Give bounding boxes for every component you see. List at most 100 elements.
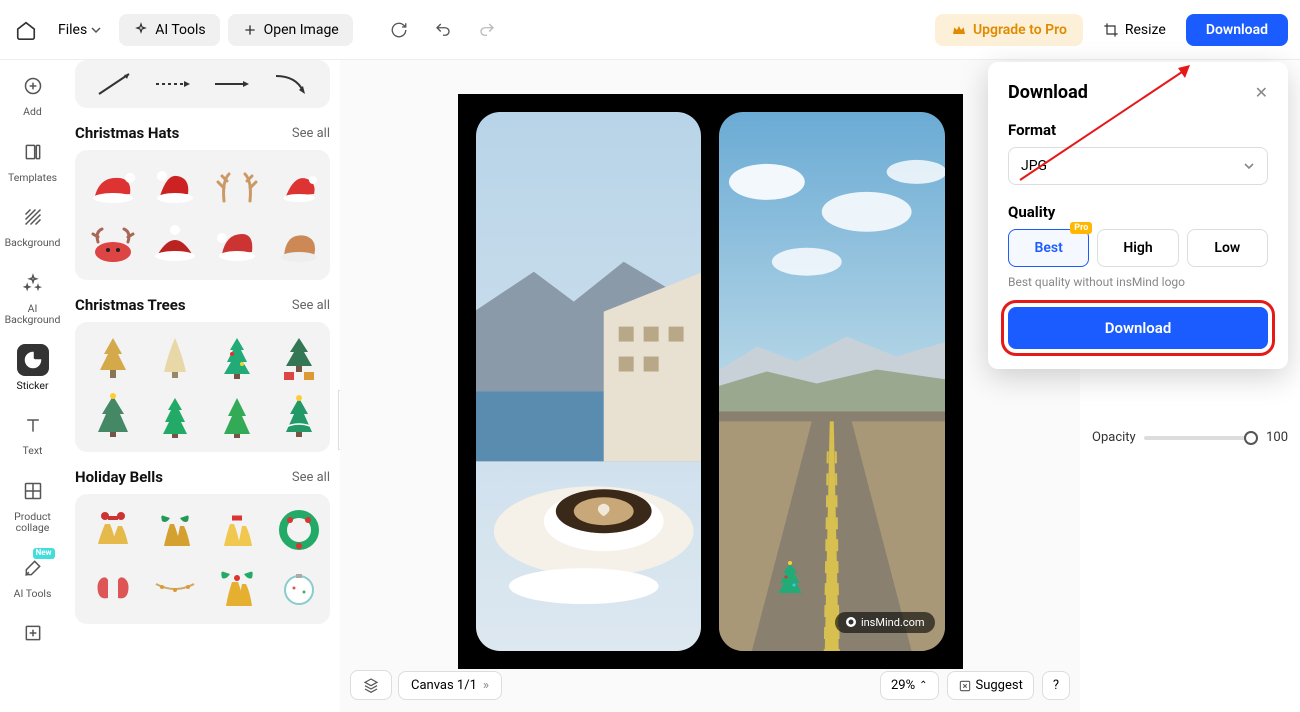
- sticker-bells[interactable]: [85, 504, 141, 556]
- new-badge: New: [33, 548, 55, 559]
- section-bells-seeall[interactable]: See all: [292, 470, 330, 485]
- hats-grid: [75, 150, 330, 280]
- sticker-tree[interactable]: [85, 332, 141, 384]
- sticker-tree[interactable]: [85, 390, 141, 442]
- rail-collage-label: Product collage: [5, 511, 61, 534]
- canvas-selector[interactable]: Canvas 1/1 »: [398, 671, 502, 700]
- popover-download-button[interactable]: Download: [1008, 307, 1268, 349]
- collage-icon: [23, 481, 43, 501]
- layers-button[interactable]: [350, 670, 392, 700]
- arrow-shape-dashed[interactable]: [152, 70, 194, 98]
- sticker-hat[interactable]: [147, 218, 203, 270]
- background-icon: [23, 207, 43, 227]
- sticker-antlers[interactable]: [209, 160, 265, 212]
- plus-circle-icon: [23, 76, 43, 96]
- files-label: Files: [58, 22, 87, 38]
- arrow-shape-curve[interactable]: [270, 70, 312, 98]
- open-image-button[interactable]: Open Image: [228, 14, 353, 46]
- undo-icon[interactable]: [425, 12, 461, 48]
- open-image-label: Open Image: [264, 22, 339, 38]
- resize-label: Resize: [1125, 22, 1166, 38]
- sticker-tree[interactable]: [147, 332, 203, 384]
- layers-icon: [363, 677, 379, 693]
- sticker-hat[interactable]: [85, 160, 141, 212]
- sticker-bells[interactable]: [147, 504, 203, 556]
- ai-tools-button[interactable]: AI Tools: [119, 14, 219, 46]
- upgrade-label: Upgrade to Pro: [973, 22, 1067, 38]
- watermark-text: insMind.com: [861, 616, 925, 629]
- download-popover: Download ✕ Format JPG Quality Pro Best H…: [988, 62, 1288, 369]
- sticker-tree[interactable]: [271, 332, 327, 384]
- sticker-mittens[interactable]: [85, 562, 141, 614]
- files-menu[interactable]: Files: [48, 16, 111, 44]
- sticker-hat[interactable]: [271, 218, 327, 270]
- quality-high[interactable]: High: [1097, 229, 1178, 267]
- sticker-bells[interactable]: [209, 562, 265, 614]
- sticker-tree[interactable]: [209, 390, 265, 442]
- plus-icon: [242, 22, 258, 38]
- sticker-antler-headband[interactable]: [85, 218, 141, 270]
- canvas[interactable]: insMind.com: [458, 94, 963, 669]
- sticker-tree[interactable]: [209, 332, 265, 384]
- quality-low-label: Low: [1214, 240, 1240, 256]
- chevron-down-icon: [1243, 160, 1255, 172]
- arrow-shape-diagonal[interactable]: [93, 70, 135, 98]
- ai-background-icon: [23, 273, 43, 293]
- home-icon[interactable]: [12, 16, 40, 44]
- section-trees-seeall[interactable]: See all: [292, 298, 330, 313]
- section-trees-title: Christmas Trees: [75, 296, 186, 314]
- canvas-image-left[interactable]: [476, 112, 702, 651]
- sticker-hat[interactable]: [147, 160, 203, 212]
- sticker-tree[interactable]: [147, 390, 203, 442]
- sparkle-icon: [133, 22, 149, 38]
- opacity-slider[interactable]: [1144, 436, 1258, 440]
- sticker-tree[interactable]: [271, 390, 327, 442]
- quality-low[interactable]: Low: [1187, 229, 1268, 267]
- canvas-area: insMind.com Canvas 1/1 » 29% ⌃ Suggest ?: [340, 60, 1080, 712]
- download-button-top[interactable]: Download: [1186, 14, 1288, 46]
- help-button[interactable]: ?: [1042, 671, 1070, 700]
- quality-label: Quality: [1008, 203, 1268, 221]
- rail-sticker[interactable]: Sticker: [5, 344, 61, 392]
- section-hats-title: Christmas Hats: [75, 124, 179, 142]
- sticker-ornament[interactable]: [271, 562, 327, 614]
- close-icon[interactable]: ✕: [1255, 83, 1268, 102]
- zoom-control[interactable]: 29% ⌃: [880, 671, 939, 700]
- popover-download-label: Download: [1105, 319, 1172, 337]
- resize-button[interactable]: Resize: [1091, 14, 1178, 46]
- rail-templates[interactable]: Templates: [5, 136, 61, 184]
- rail-add-label: Add: [23, 106, 42, 118]
- top-toolbar: Files AI Tools Open Image Upgrade to Pro…: [0, 0, 1300, 60]
- rail-add[interactable]: Add: [5, 70, 61, 118]
- format-label: Format: [1008, 121, 1268, 139]
- quality-best[interactable]: Pro Best: [1008, 229, 1089, 267]
- canvas-image-right[interactable]: insMind.com: [719, 112, 945, 651]
- rail-product-collage[interactable]: Product collage: [5, 475, 61, 534]
- format-select[interactable]: JPG: [1008, 147, 1268, 185]
- left-rail: Add Templates Background AI Background S…: [0, 60, 65, 712]
- rail-ai-background[interactable]: AI Background: [5, 267, 61, 326]
- rail-upload[interactable]: [5, 617, 61, 649]
- rail-text[interactable]: Text: [5, 409, 61, 457]
- refresh-icon[interactable]: [381, 12, 417, 48]
- section-hats-seeall[interactable]: See all: [292, 126, 330, 141]
- bells-grid: [75, 494, 330, 624]
- placed-sticker-tree[interactable]: [775, 561, 805, 595]
- watermark: insMind.com: [835, 612, 935, 633]
- rail-sticker-label: Sticker: [16, 380, 48, 392]
- suggest-icon: [958, 679, 972, 693]
- upgrade-button[interactable]: Upgrade to Pro: [935, 14, 1083, 46]
- sticker-garland[interactable]: [147, 562, 203, 614]
- sticker-hat[interactable]: [271, 160, 327, 212]
- quality-best-label: Best: [1035, 240, 1063, 256]
- quality-hint: Best quality without insMind logo: [1008, 275, 1268, 289]
- arrow-shape-solid[interactable]: [211, 70, 253, 98]
- suggest-button[interactable]: Suggest: [947, 671, 1034, 700]
- download-label-top: Download: [1206, 22, 1268, 38]
- sticker-hat[interactable]: [209, 218, 265, 270]
- rail-ai-tools[interactable]: New AI Tools: [5, 552, 61, 600]
- redo-icon[interactable]: [469, 12, 505, 48]
- rail-background[interactable]: Background: [5, 201, 61, 249]
- sticker-bells[interactable]: [209, 504, 265, 556]
- sticker-wreath[interactable]: [271, 504, 327, 556]
